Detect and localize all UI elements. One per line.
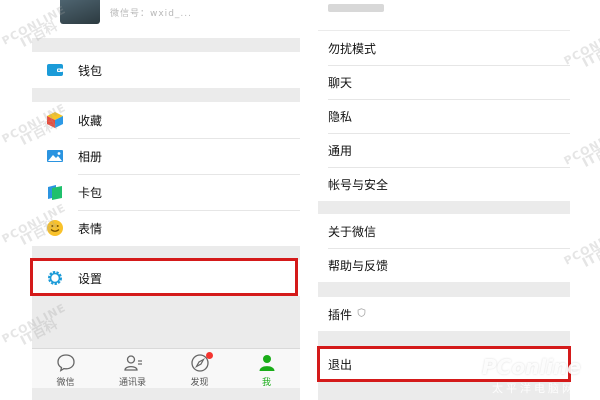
menu-item-label: 钱包 <box>78 63 103 78</box>
settings-item-label: 插件 <box>328 307 353 322</box>
tab-label: 发现 <box>190 378 209 388</box>
settings-item-plugins[interactable]: 插件 <box>318 297 570 331</box>
highlight-box-settings <box>30 258 298 296</box>
tab-label: 我 <box>261 378 271 388</box>
menu-item-stickers[interactable]: 表情 <box>32 210 300 246</box>
tab-label: 通讯录 <box>118 378 146 388</box>
settings-page-panel: 勿扰模式 聊天 隐私 通用 帐号与安全 关于微信 帮助与反馈 插件 退出 <box>318 0 570 400</box>
menu-item-label: 收藏 <box>78 113 103 128</box>
settings-item-account-security[interactable]: 帐号与安全 <box>318 167 570 201</box>
settings-group-about: 关于微信 帮助与反馈 <box>318 214 570 282</box>
settings-item-label: 关于微信 <box>328 224 377 239</box>
menu-item-album[interactable]: 相册 <box>32 138 300 174</box>
settings-item-label: 帐号与安全 <box>328 177 389 192</box>
tab-me[interactable]: 我 <box>233 349 300 388</box>
wallet-group: 钱包 <box>32 52 300 88</box>
watermark-brand-cn: 太平洋电脑网 <box>492 382 576 395</box>
settings-item-label: 帮助与反馈 <box>328 258 389 273</box>
wallet-icon <box>46 61 64 79</box>
menu-item-card-pack[interactable]: 卡包 <box>32 174 300 210</box>
tab-chats[interactable]: 微信 <box>32 349 99 388</box>
profile-wechat-id: 微信号：wxid_... <box>110 9 192 19</box>
menu-item-label: 表情 <box>78 221 103 236</box>
menu-item-label: 卡包 <box>78 185 103 200</box>
settings-group-plugins: 插件 <box>318 297 570 331</box>
settings-item-do-not-disturb[interactable]: 勿扰模式 <box>318 31 570 65</box>
card-pack-icon <box>46 183 64 201</box>
contacts-icon <box>123 355 142 371</box>
settings-item-label: 聊天 <box>328 75 353 90</box>
settings-item-label: 隐私 <box>328 109 353 124</box>
shield-small-icon <box>357 308 366 320</box>
bottom-tab-bar: 微信 通讯录 发现 我 <box>32 348 300 388</box>
photo-album-icon <box>46 147 64 165</box>
tab-label: 微信 <box>56 378 75 388</box>
chat-bubble-icon <box>56 354 75 372</box>
menu-item-label: 相册 <box>78 149 103 164</box>
menu-item-wallet[interactable]: 钱包 <box>32 52 300 88</box>
settings-item-label: 勿扰模式 <box>328 41 377 56</box>
settings-group-top-partial <box>318 0 570 30</box>
me-page-panel: 微信号：wxid_... 钱包 收藏 相册 卡包 表情 设置 微信 通讯录 发现… <box>32 0 300 400</box>
watermark-brand: PConline <box>482 355 581 379</box>
profile-card[interactable]: 微信号：wxid_... <box>32 0 300 38</box>
tab-contacts[interactable]: 通讯录 <box>99 349 166 388</box>
settings-item-help-feedback[interactable]: 帮助与反馈 <box>318 248 570 282</box>
settings-item-chat[interactable]: 聊天 <box>318 65 570 99</box>
person-icon <box>259 355 274 371</box>
notification-badge <box>205 352 213 359</box>
settings-item-general[interactable]: 通用 <box>318 133 570 167</box>
settings-item-about[interactable]: 关于微信 <box>318 214 570 248</box>
tab-discover[interactable]: 发现 <box>166 349 233 388</box>
cropped-row-text <box>328 4 384 12</box>
settings-item-privacy[interactable]: 隐私 <box>318 99 570 133</box>
settings-group-main: 勿扰模式 聊天 隐私 通用 帐号与安全 <box>318 31 570 201</box>
settings-item-label: 通用 <box>328 143 353 158</box>
